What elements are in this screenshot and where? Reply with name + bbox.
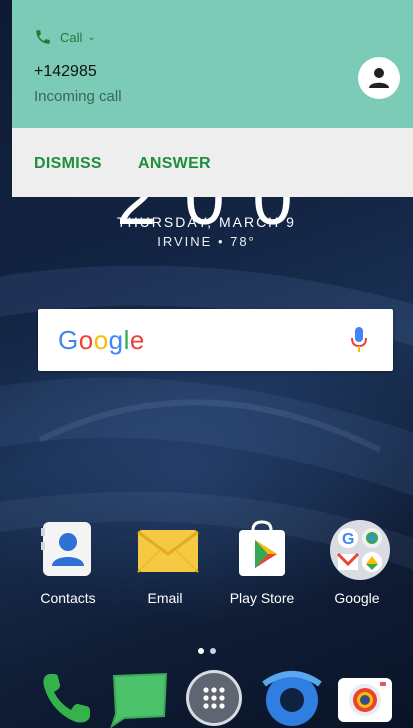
app-contacts[interactable]: Contacts — [28, 520, 108, 606]
page-indicator — [0, 641, 413, 659]
notification-actions: DISMISS ANSWER — [12, 128, 413, 197]
answer-button[interactable]: ANSWER — [138, 155, 211, 173]
google-search-bar[interactable]: Google — [38, 309, 393, 371]
svg-text:G: G — [342, 531, 354, 548]
app-email[interactable]: Email — [125, 520, 205, 606]
app-google-label: Google — [334, 590, 380, 606]
caller-avatar — [358, 57, 400, 99]
app-play-store[interactable]: Play Store — [222, 520, 302, 606]
dismiss-button[interactable]: DISMISS — [34, 155, 102, 173]
dock-phone[interactable] — [36, 664, 96, 728]
date-label: THURSDAY, MARCH 9 — [117, 214, 296, 230]
messages-icon — [110, 672, 168, 728]
google-folder-icon: G — [328, 520, 390, 580]
internet-icon — [262, 671, 322, 726]
page-dot — [209, 648, 216, 654]
contacts-icon — [39, 520, 97, 578]
incoming-call-notification[interactable]: Call ⌄ +142985 Incoming call — [12, 0, 413, 128]
dock-internet[interactable] — [258, 664, 322, 728]
app-play-store-label: Play Store — [229, 590, 295, 606]
notification-app-header[interactable]: Call ⌄ — [34, 28, 96, 46]
person-icon — [369, 68, 389, 88]
microphone-icon[interactable] — [351, 327, 367, 353]
dock-camera[interactable] — [334, 664, 394, 728]
app-google-folder[interactable]: G Google — [317, 520, 397, 606]
camera-icon — [338, 678, 392, 722]
app-contacts-label: Contacts — [40, 590, 96, 606]
app-drawer-icon — [186, 670, 242, 726]
dock-app-drawer[interactable] — [184, 664, 244, 728]
page-dot-active — [197, 648, 204, 654]
call-status: Incoming call — [34, 88, 122, 105]
caller-number: +142985 — [34, 63, 97, 80]
phone-icon — [43, 674, 90, 723]
dock-messages[interactable] — [108, 664, 168, 728]
app-email-label: Email — [147, 590, 183, 606]
weather-label: IRVINE • 78° — [157, 234, 256, 249]
phone-icon — [36, 30, 50, 44]
home-screen: 2 0 0 THURSDAY, MARCH 9 IRVINE • 78° Cal… — [0, 0, 413, 728]
play-store-icon — [233, 520, 291, 578]
notification-app-label: Call — [60, 29, 83, 45]
chevron-down-icon: ⌄ — [87, 31, 96, 43]
google-logo: Google — [58, 325, 145, 355]
email-icon — [136, 520, 199, 578]
